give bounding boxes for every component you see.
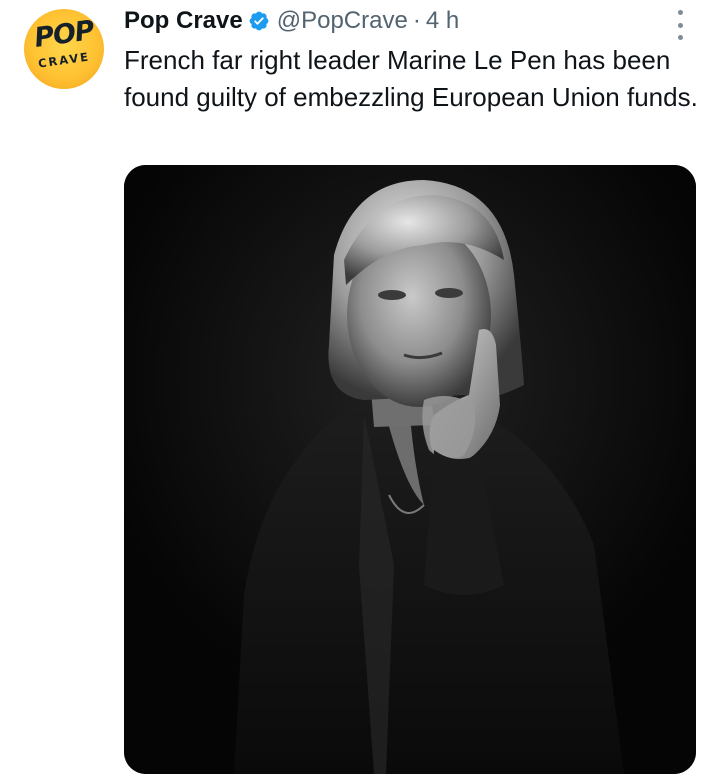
pop-crave-logo: POP CRAVE: [24, 9, 104, 89]
tweet-header: Pop Crave @PopCrave · 4 h: [124, 6, 459, 36]
verified-badge-icon[interactable]: [248, 10, 270, 32]
author-name[interactable]: Pop Crave: [124, 7, 243, 35]
more-vertical-icon[interactable]: [668, 10, 692, 40]
author-handle[interactable]: @PopCrave: [277, 7, 408, 35]
tweet-timestamp[interactable]: 4 h: [426, 7, 459, 35]
tweet-photo[interactable]: [124, 165, 696, 774]
tweet-card[interactable]: POP CRAVE Pop Crave @PopCrave · 4 h Fren…: [0, 0, 720, 778]
portrait-illustration: [124, 165, 696, 774]
separator-dot: ·: [412, 7, 421, 34]
tweet-text: French far right leader Marine Le Pen ha…: [124, 45, 698, 112]
avatar[interactable]: POP CRAVE: [24, 9, 104, 89]
